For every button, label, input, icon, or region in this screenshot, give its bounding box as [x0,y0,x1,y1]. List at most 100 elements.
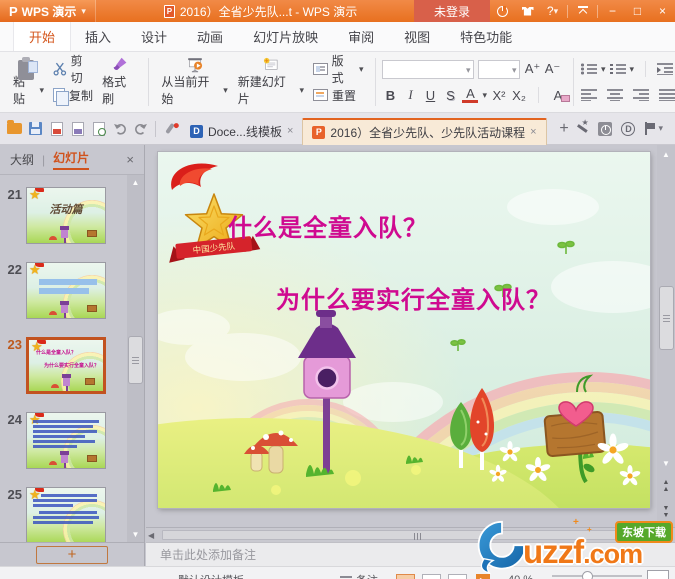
tab-view[interactable]: 视图 [389,22,445,51]
new-slide-icon [263,57,278,70]
slide-thumbnail-image[interactable]: ★ 什么是全童入队？ 为什么要实行全童入队？ [26,337,106,394]
chevron-down-icon[interactable]: ▾ [482,90,487,100]
print-button[interactable] [67,117,88,141]
doc-tab-current[interactable]: P 2016）全省少先队、少先队活动课程 × [302,117,547,145]
history-clock-icon[interactable] [598,121,613,136]
print-preview-button[interactable] [88,117,109,141]
clear-format-button[interactable]: A [550,88,571,103]
vertical-scrollbar[interactable]: ▲ ▼ ▲ ▲ ▼ ▼ [657,145,675,527]
open-file-button[interactable] [4,117,25,141]
chevron-down-icon[interactable]: ▾ [601,64,606,74]
doc-tab-templates[interactable]: D Doce...线模板 × [181,118,302,145]
redo-button[interactable] [130,117,151,141]
minimize-button[interactable]: − [600,0,625,22]
wps-menu-button[interactable]: P WPS 演示 ▾ [0,0,96,22]
tab-review[interactable]: 审阅 [333,22,389,51]
add-slide-button[interactable]: + [36,545,108,564]
design-template-label[interactable]: 默认设计模板 [178,572,244,579]
slides-tab[interactable]: 幻灯片 [53,149,90,170]
paste-button[interactable]: 粘贴 ▾ [8,55,49,109]
reading-view-button[interactable] [448,573,467,579]
bold-button[interactable]: B [382,88,398,103]
cut-button[interactable]: 剪切 [49,54,98,85]
scroll-up-icon[interactable]: ▲ [127,175,144,190]
tab-animation[interactable]: 动画 [182,22,238,51]
magic-wand-icon[interactable] [575,118,589,136]
close-button[interactable]: × [650,0,675,22]
flag-icon[interactable] [644,122,656,135]
increase-font-button[interactable]: A⁺ [524,61,541,77]
notes-toggle[interactable]: 备注 [340,572,378,579]
slide-thumbnail-image[interactable]: ★ [26,412,106,469]
scrollbar-thumb[interactable] [659,287,673,349]
slide-question-2[interactable]: 为什么要实行全童入队？ [276,280,551,315]
maximize-button[interactable]: □ [625,0,650,22]
slide-thumbnail-image[interactable]: ★ 活动篇 [26,187,106,244]
folder-icon [7,120,22,134]
align-justify-button[interactable] [659,89,675,101]
tab-home[interactable]: 开始 [14,22,71,51]
scroll-up-icon[interactable]: ▲ [657,147,675,162]
ink-annotate-button[interactable] [160,117,181,141]
bullet-list-button[interactable] [581,63,597,75]
collapse-ribbon-icon[interactable] [570,0,595,22]
undo-button[interactable] [109,117,130,141]
increase-indent-button[interactable] [657,63,674,75]
scroll-left-icon[interactable]: ◀ [148,529,154,542]
slide-sorter-view-button[interactable] [422,573,441,579]
panel-scrollbar[interactable]: ▲ ▼ [127,175,144,542]
play-from-current-button[interactable]: 从当前开始 ▾ [156,55,232,109]
close-panel-icon[interactable]: × [126,152,134,167]
slide-thumbnail-image[interactable]: ★ [26,262,106,319]
help-icon[interactable]: ? ▾ [540,0,565,22]
slide-thumbnail-24[interactable]: 24 ★ [0,412,127,469]
align-center-button[interactable] [607,89,623,101]
slide-thumbnail-image[interactable]: ★ [26,487,106,542]
login-button[interactable]: 未登录 [413,0,490,22]
scrollbar-thumb[interactable] [129,337,142,383]
close-tab-icon[interactable]: × [287,125,293,137]
outline-tab[interactable]: 大纲 [10,151,34,168]
skin-theme-icon[interactable] [515,0,540,22]
slide-question-1[interactable]: 什么是全童入队？ [228,208,428,243]
copy-button[interactable]: 复制 [49,83,98,107]
decrease-font-button[interactable]: A⁻ [544,61,561,77]
subscript-button[interactable]: X₂ [511,88,527,103]
export-pdf-button[interactable] [46,117,67,141]
previous-slide-button[interactable]: ▲ ▲ [657,477,675,493]
text-shadow-button[interactable]: S [442,88,458,103]
font-size-select[interactable]: ▾ [478,59,521,79]
feedback-icon[interactable] [490,0,515,22]
align-right-button[interactable] [633,89,649,101]
slide-thumbnail-23-selected[interactable]: 23 ★ 什么是全童入队？ 为什么要实行全童入队？ [0,337,127,394]
scroll-down-icon[interactable]: ▼ [127,527,144,542]
brush-icon [113,57,127,70]
docer-icon[interactable]: D [621,121,636,136]
chevron-down-icon[interactable]: ▾ [658,124,663,133]
slide-thumbnail-25[interactable]: 25 ★ [0,487,127,542]
chevron-down-icon[interactable]: ▾ [630,64,635,74]
tab-insert[interactable]: 插入 [70,22,126,51]
font-name-select[interactable]: ▾ [382,59,475,79]
save-button[interactable] [25,117,46,141]
slide-thumbnail-21[interactable]: 21 ★ 活动篇 [0,187,127,244]
slide-thumbnail-22[interactable]: 22 ★ [0,262,127,319]
font-color-button[interactable]: A [462,87,479,103]
close-tab-icon[interactable]: × [530,126,536,138]
reset-button[interactable]: 重置 [309,83,367,107]
scroll-down-icon[interactable]: ▼ [657,456,675,471]
layout-button[interactable]: 版式 ▾ [309,54,367,85]
current-slide[interactable]: 中国少先队 什么是全童入队？ 为什么要实行全童入队？ [158,152,650,508]
new-slide-button[interactable]: 新建幻灯片 ▾ [233,55,309,109]
align-left-button[interactable] [581,89,597,101]
numbered-list-button[interactable] [609,63,626,75]
new-document-tab-button[interactable]: + [553,120,576,138]
underline-button[interactable]: U [422,88,438,103]
tab-design[interactable]: 设计 [126,22,182,51]
normal-view-button[interactable] [396,573,415,579]
tab-special-features[interactable]: 特色功能 [445,22,527,51]
superscript-button[interactable]: X² [491,88,507,103]
format-painter-button[interactable]: 格式刷 [98,55,141,109]
italic-button[interactable]: I [402,87,418,103]
tab-slideshow[interactable]: 幻灯片放映 [238,22,333,51]
